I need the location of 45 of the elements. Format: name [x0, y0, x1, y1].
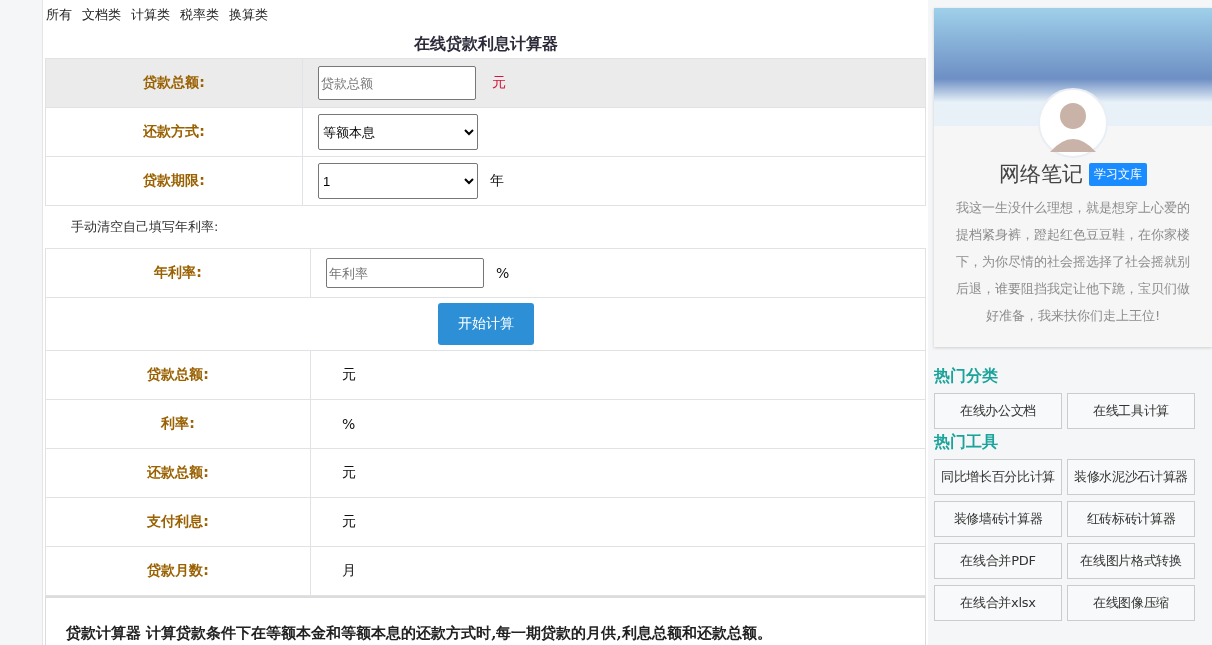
- select-field[interactable]: 等额本息: [318, 114, 478, 150]
- tool-link[interactable]: 红砖标砖计算器: [1067, 501, 1195, 537]
- profile-name: 网络笔记: [999, 161, 1083, 188]
- field-label: 年利率:: [154, 264, 202, 282]
- hint-text: 手动清空自己填写年利率:: [70, 218, 220, 236]
- unit-label: 月: [342, 562, 356, 580]
- category-link[interactable]: 计算类: [131, 6, 170, 24]
- unit-label: 元: [342, 464, 356, 482]
- profile-badge: 学习文库: [1089, 162, 1147, 186]
- tool-link[interactable]: 装修墙砖计算器: [934, 501, 1062, 537]
- tool-link[interactable]: 同比增长百分比计算: [934, 459, 1062, 495]
- tool-link[interactable]: 装修水泥沙石计算器: [1067, 459, 1195, 495]
- field-label: 还款方式:: [143, 123, 205, 141]
- field-label: 贷款期限:: [143, 172, 205, 190]
- category-link[interactable]: 所有: [46, 6, 72, 24]
- unit-label: 元: [342, 513, 356, 531]
- description-text: 贷款计算器 计算贷款条件下在等额本金和等额本息的还款方式时,每一期贷款的月供,利息总额和还款总额。: [66, 624, 773, 643]
- unit-label: %: [342, 416, 356, 432]
- input-field[interactable]: 年利率: [326, 258, 484, 288]
- result-label: 支付利息:: [147, 513, 209, 531]
- category-link[interactable]: 税率类: [180, 6, 219, 24]
- tool-link[interactable]: 在线图像压缩: [1067, 585, 1195, 621]
- field-label: 贷款总额:: [143, 74, 205, 92]
- avatar-icon: [1038, 88, 1108, 158]
- page-title: 在线贷款利息计算器: [412, 33, 559, 55]
- result-label: 贷款月数:: [147, 562, 209, 580]
- unit-label: 元: [492, 74, 506, 92]
- unit-label: 年: [490, 172, 504, 190]
- tool-link[interactable]: 在线办公文档: [934, 393, 1062, 429]
- result-label: 还款总额:: [147, 464, 209, 482]
- unit-label: 元: [342, 366, 356, 384]
- input-field[interactable]: 贷款总额: [318, 66, 476, 100]
- section-heading: 热门分类: [934, 365, 999, 385]
- category-link[interactable]: 换算类: [229, 6, 268, 24]
- tool-link[interactable]: 在线合并PDF: [934, 543, 1062, 579]
- select-field[interactable]: 1: [318, 163, 478, 199]
- unit-label: %: [496, 265, 510, 281]
- result-label: 贷款总额:: [147, 366, 209, 384]
- tool-link[interactable]: 在线合并xlsx: [934, 585, 1062, 621]
- tool-link[interactable]: 在线工具计算: [1067, 393, 1195, 429]
- category-link[interactable]: 文档类: [82, 6, 121, 24]
- result-label: 利率:: [161, 415, 195, 433]
- profile-bio: 我这一生没什么理想，就是想穿上心爱的提档紧身裤，蹬起红色豆豆鞋，在你家楼下，为你尽情的社会摇选择了社会摇就别后退，谁要阻挡我定让他下跪，宝贝们做好准备，我来扶你们走上王位!: [955, 199, 1191, 325]
- tool-link[interactable]: 在线图片格式转换: [1067, 543, 1195, 579]
- section-heading: 热门工具: [934, 431, 999, 451]
